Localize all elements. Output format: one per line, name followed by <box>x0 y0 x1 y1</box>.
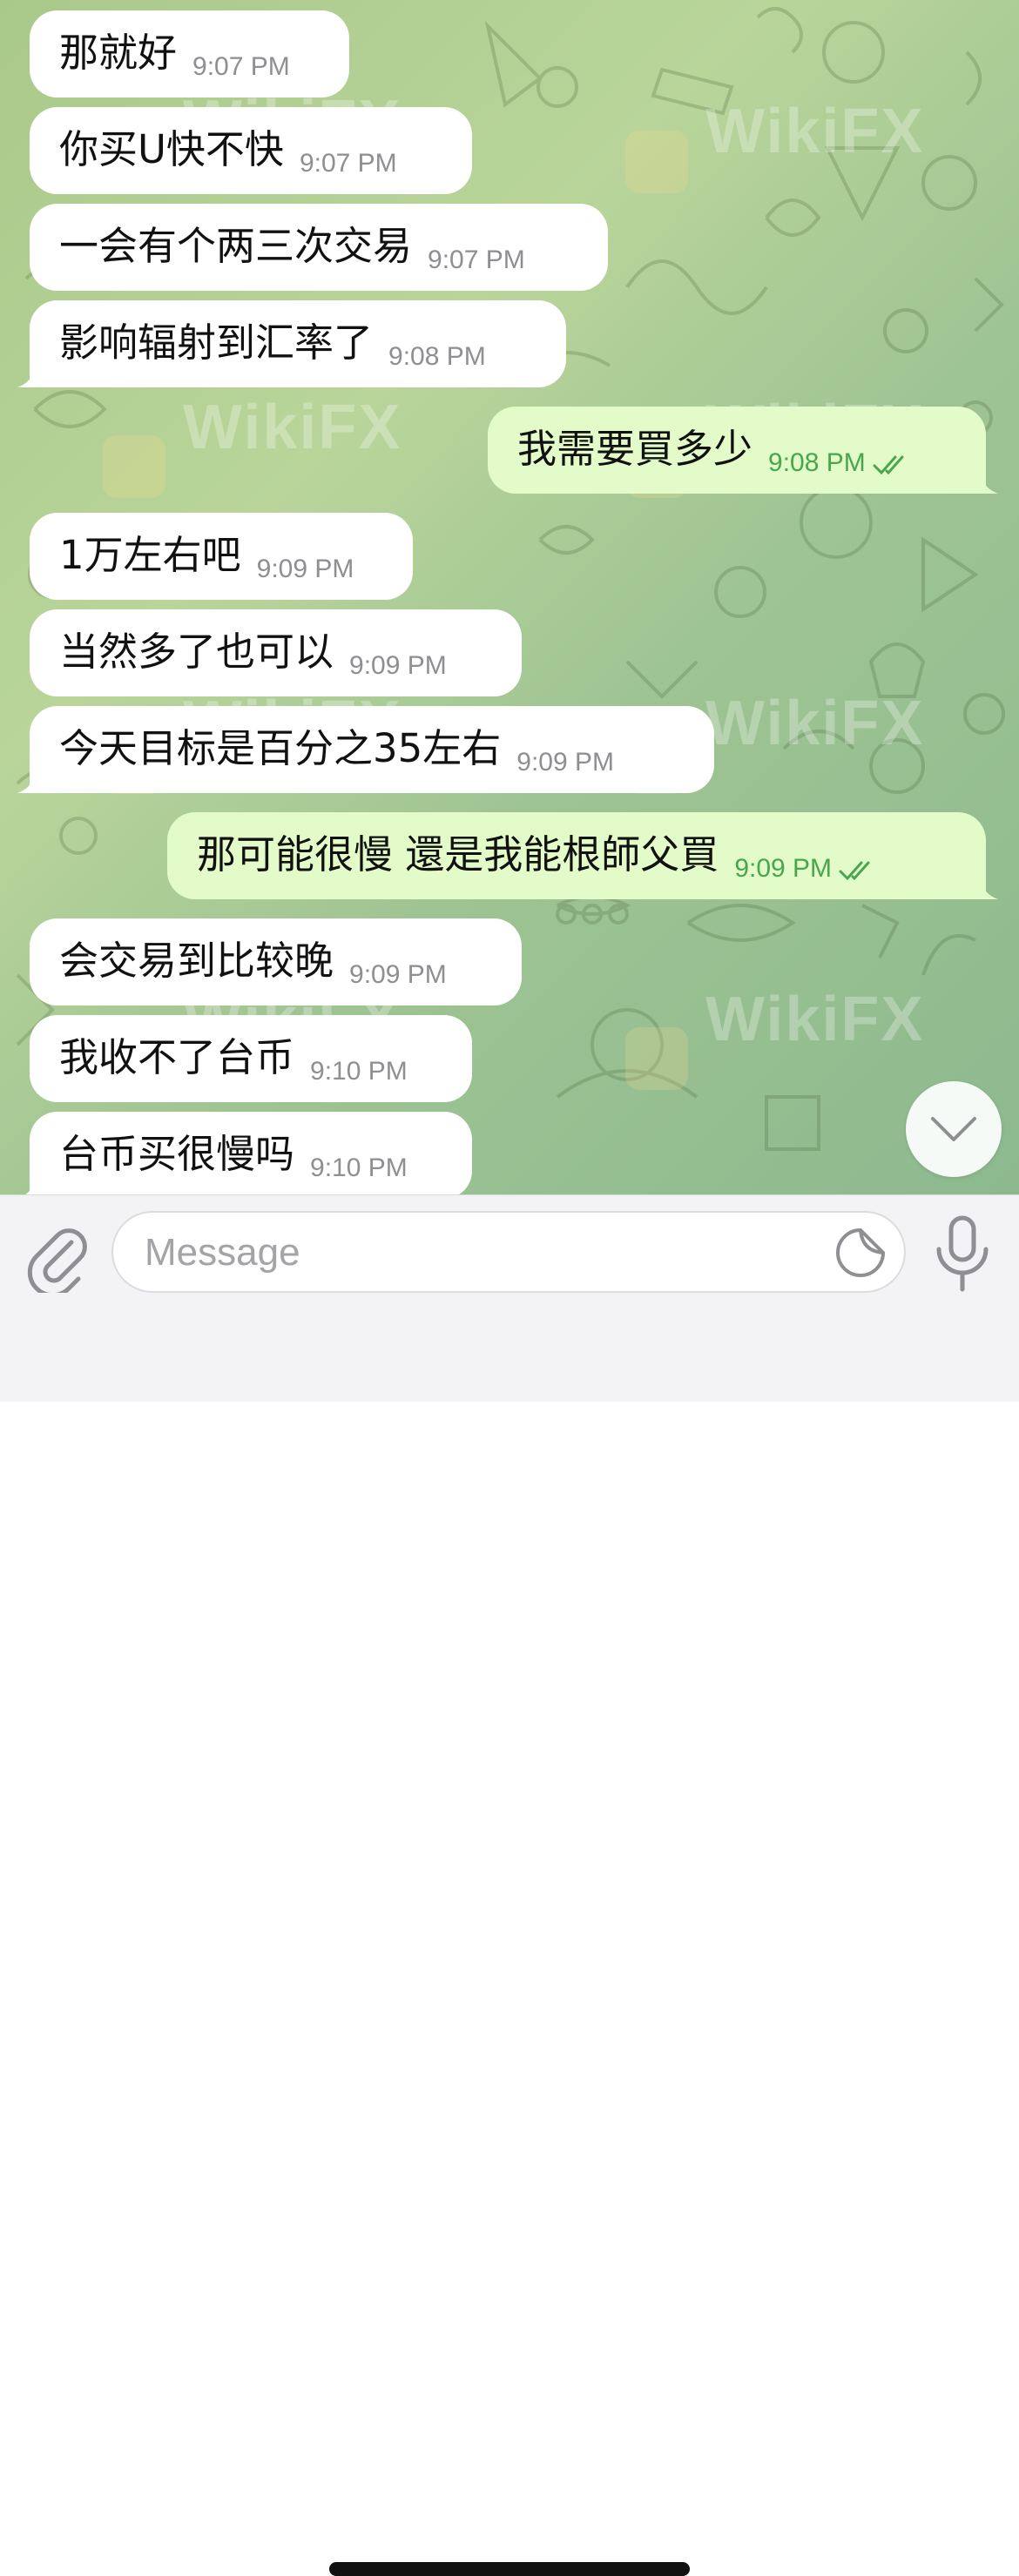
incoming-message-bubble[interactable]: 影响辐射到汇率了 9:08 PM <box>30 300 566 387</box>
message-text: 我收不了台币 <box>59 1034 295 1080</box>
microphone-icon <box>936 1215 989 1292</box>
bubble-tail <box>17 763 44 793</box>
incoming-message-row: 你买U快不快 9:07 PM <box>0 107 1019 194</box>
message-input-container[interactable] <box>111 1211 906 1293</box>
incoming-message-bubble[interactable]: 你买U快不快 9:07 PM <box>30 107 472 194</box>
message-timestamp: 9:09 PM <box>516 748 614 777</box>
incoming-message-bubble[interactable]: 台币买很慢吗 9:10 PM <box>30 1112 472 1194</box>
message-timestamp: 9:08 PM <box>768 448 866 477</box>
incoming-message-row: 会交易到比较晚 9:09 PM <box>0 918 1019 1006</box>
incoming-message-bubble[interactable]: 今天目标是百分之35左右 9:09 PM <box>30 706 714 793</box>
message-text: 1万左右吧 <box>59 532 241 578</box>
incoming-message-row: 那就好 9:07 PM <box>0 10 1019 98</box>
paperclip-icon <box>27 1228 87 1298</box>
incoming-message-bubble[interactable]: 那就好 9:07 PM <box>30 10 349 98</box>
message-text: 一会有个两三次交易 <box>59 223 413 269</box>
incoming-message-row: 当然多了也可以 9:09 PM <box>0 609 1019 696</box>
chat-background: WikiFX WikiFX WikiFX WikiFX WikiFX WikiF… <box>0 0 1019 1194</box>
attach-button[interactable] <box>26 1223 89 1298</box>
incoming-message-bubble[interactable]: 会交易到比较晚 9:09 PM <box>30 918 522 1006</box>
outgoing-message-bubble[interactable]: 我需要買多少 9:08 PM <box>488 407 986 494</box>
message-text: 那可能很慢 還是我能根師父買 <box>197 831 719 878</box>
message-timestamp: 9:09 PM <box>349 651 447 680</box>
incoming-message-bubble[interactable]: 一会有个两三次交易 9:07 PM <box>30 204 608 291</box>
incoming-message-row: 今天目标是百分之35左右 9:09 PM <box>0 706 1019 793</box>
message-text: 那就好 <box>59 30 178 76</box>
message-timestamp: 9:09 PM <box>734 854 833 883</box>
message-text: 我需要買多少 <box>517 426 753 472</box>
message-timestamp: 9:07 PM <box>428 245 525 274</box>
message-text: 当然多了也可以 <box>59 629 334 675</box>
message-text: 会交易到比较晚 <box>59 938 334 984</box>
message-timestamp: 9:10 PM <box>310 1153 408 1182</box>
message-text: 影响辐射到汇率了 <box>59 319 374 366</box>
message-text: 你买U快不快 <box>59 126 284 172</box>
message-timestamp: 9:09 PM <box>256 555 354 583</box>
incoming-message-row: 台币买很慢吗 9:10 PM <box>0 1112 1019 1194</box>
voice-record-button[interactable] <box>934 1214 991 1295</box>
message-text: 台币买很慢吗 <box>59 1131 295 1177</box>
message-composer <box>0 1194 1019 2576</box>
chevron-down-icon <box>931 1117 976 1141</box>
outgoing-message-row: 我需要買多少 9:08 PM <box>0 407 1019 494</box>
incoming-message-row: 我收不了台币 9:10 PM <box>0 1015 1019 1102</box>
bubble-tail <box>972 870 998 899</box>
message-timestamp: 9:10 PM <box>310 1057 408 1086</box>
bubble-tail <box>17 358 44 387</box>
incoming-message-row: 1万左右吧 9:09 PM <box>0 513 1019 600</box>
bubble-tail <box>972 464 998 494</box>
message-text: 今天目标是百分之35左右 <box>59 725 502 771</box>
message-timestamp: 9:07 PM <box>299 149 397 178</box>
incoming-message-row: 一会有个两三次交易 9:07 PM <box>0 204 1019 291</box>
read-receipt-icon <box>873 455 904 475</box>
incoming-message-bubble[interactable]: 我收不了台币 9:10 PM <box>30 1015 472 1102</box>
outgoing-message-row: 那可能很慢 還是我能根師父買 9:09 PM <box>0 812 1019 899</box>
message-timestamp: 9:07 PM <box>192 52 290 81</box>
bubble-tail <box>25 1169 44 1194</box>
read-receipt-icon <box>839 861 870 881</box>
incoming-message-bubble[interactable]: 当然多了也可以 9:09 PM <box>30 609 522 696</box>
incoming-message-bubble[interactable]: 1万左右吧 9:09 PM <box>30 513 413 600</box>
outgoing-message-bubble[interactable]: 那可能很慢 還是我能根師父買 9:09 PM <box>167 812 986 899</box>
home-indicator <box>329 2562 690 2576</box>
message-timestamp: 9:08 PM <box>388 342 486 371</box>
incoming-message-row: 影响辐射到汇率了 9:08 PM <box>0 300 1019 387</box>
sticker-icon[interactable] <box>834 1227 887 1279</box>
message-timestamp: 9:09 PM <box>349 960 447 989</box>
scroll-to-bottom-button[interactable] <box>906 1081 1002 1177</box>
message-input[interactable] <box>143 1213 808 1293</box>
